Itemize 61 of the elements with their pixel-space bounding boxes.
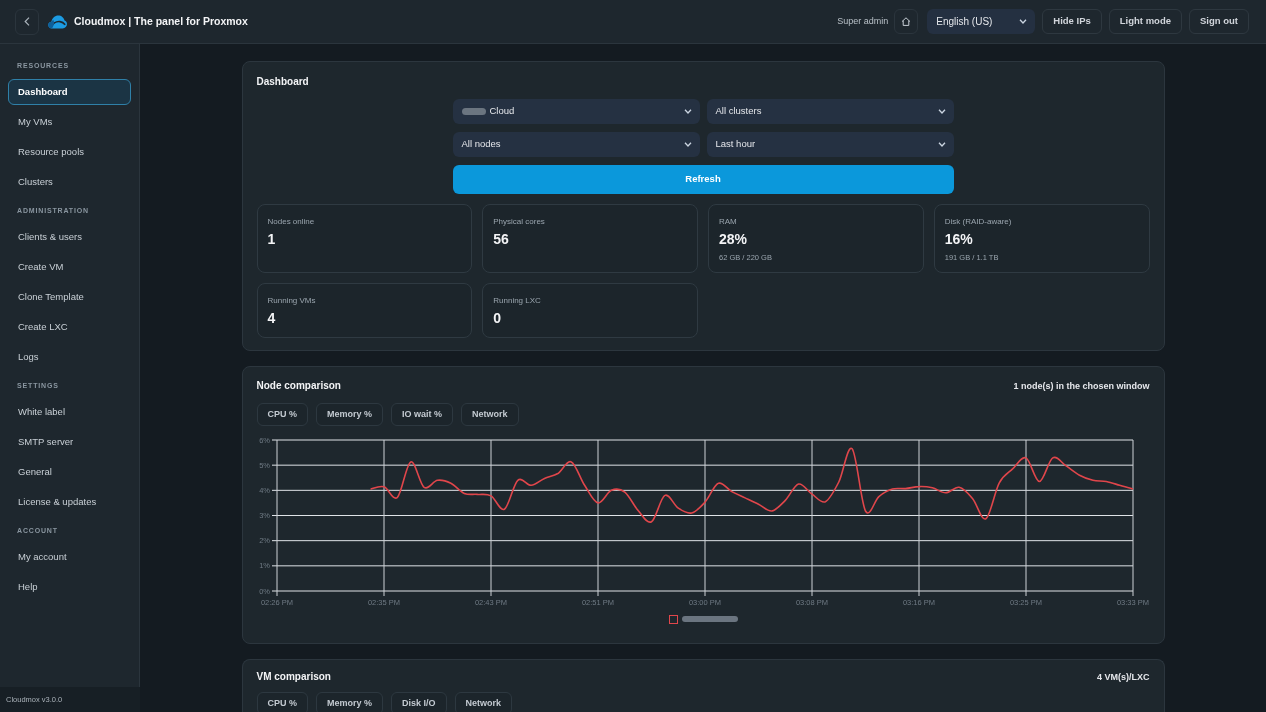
stat-value: 56 (493, 231, 510, 248)
stat-value: 1 (267, 231, 277, 248)
user-role-label: Super admin (837, 14, 889, 28)
sidebar-item[interactable]: Create LXC (8, 314, 131, 340)
stat-value: 16% (944, 231, 974, 248)
sidebar-item[interactable]: White label (8, 399, 131, 425)
card-summary: 1 node(s) in the chosen window (1013, 380, 1150, 392)
metric-tab[interactable]: Memory % (316, 692, 384, 712)
stat-label: Running VMs (267, 296, 317, 306)
back-button[interactable] (15, 8, 39, 35)
metric-tab[interactable]: Network (454, 692, 513, 712)
chevron-down-icon (683, 142, 692, 147)
metric-tab[interactable]: Memory % (316, 403, 384, 426)
metric-tab[interactable]: Disk I/O (391, 692, 447, 712)
sidebar-item[interactable]: Dashboard (8, 79, 131, 105)
sidebar-item[interactable]: General (8, 459, 131, 485)
stat-label: Disk (RAID-aware) (944, 217, 1013, 227)
sidebar-item[interactable]: License & updates (8, 489, 131, 515)
card-summary: 4 VM(s)/LXC (1097, 671, 1150, 683)
sidebar-item[interactable]: My VMs (8, 109, 131, 135)
dropdown-select[interactable]: Cloud (452, 99, 700, 124)
sidebar-item[interactable]: Help (8, 574, 131, 600)
stat-label: RAM (719, 217, 738, 227)
card-title: VM comparison (256, 671, 331, 683)
sidebar-item[interactable]: Clients & users (8, 224, 131, 250)
redacted-text-icon (461, 108, 486, 115)
stat-value: 0 (493, 310, 503, 327)
cloud-logo-icon (48, 14, 67, 29)
header-button[interactable]: Hide IPs (1042, 9, 1102, 34)
sidebar-item[interactable]: SMTP server (8, 429, 131, 455)
card-title: Dashboard (256, 76, 310, 88)
stat-value: 4 (267, 310, 277, 327)
sidebar-item[interactable]: Resource pools (8, 139, 131, 165)
chevron-down-icon (937, 142, 946, 147)
card-title: Node comparison (256, 380, 341, 392)
sidebar-item[interactable]: My account (8, 544, 131, 570)
dropdown-select[interactable]: All nodes (452, 132, 700, 157)
header-button[interactable]: Sign out (1189, 9, 1249, 34)
sidebar-item[interactable]: Clusters (8, 169, 131, 195)
sidebar-item[interactable]: Logs (8, 344, 131, 370)
chevron-down-icon (1019, 19, 1028, 24)
sidebar-item[interactable]: Create VM (8, 254, 131, 280)
metric-tab[interactable]: Network (461, 403, 519, 426)
chevron-down-icon (937, 109, 946, 114)
sidebar-item[interactable]: Clone Template (8, 284, 131, 310)
dropdown-select[interactable]: Last hour (706, 132, 954, 157)
chevron-down-icon (683, 109, 692, 114)
language-select[interactable]: English (US) (927, 9, 1036, 34)
app-title: Cloudmox | The panel for Proxmox (74, 13, 248, 29)
stat-label: Running LXC (493, 296, 542, 306)
chevron-left-icon (24, 17, 30, 26)
stat-label: Nodes online (267, 217, 316, 227)
header-button[interactable]: Light mode (1108, 9, 1182, 34)
metric-tab[interactable]: IO wait % (391, 403, 454, 426)
metric-tab[interactable]: CPU % (256, 403, 308, 426)
dropdown-select[interactable]: All clusters (706, 99, 954, 124)
metric-tab[interactable]: CPU % (256, 692, 308, 712)
stat-value: 28% (719, 231, 749, 248)
home-button[interactable] (894, 9, 919, 34)
stat-label: Physical cores (493, 217, 546, 227)
home-icon (901, 17, 912, 26)
